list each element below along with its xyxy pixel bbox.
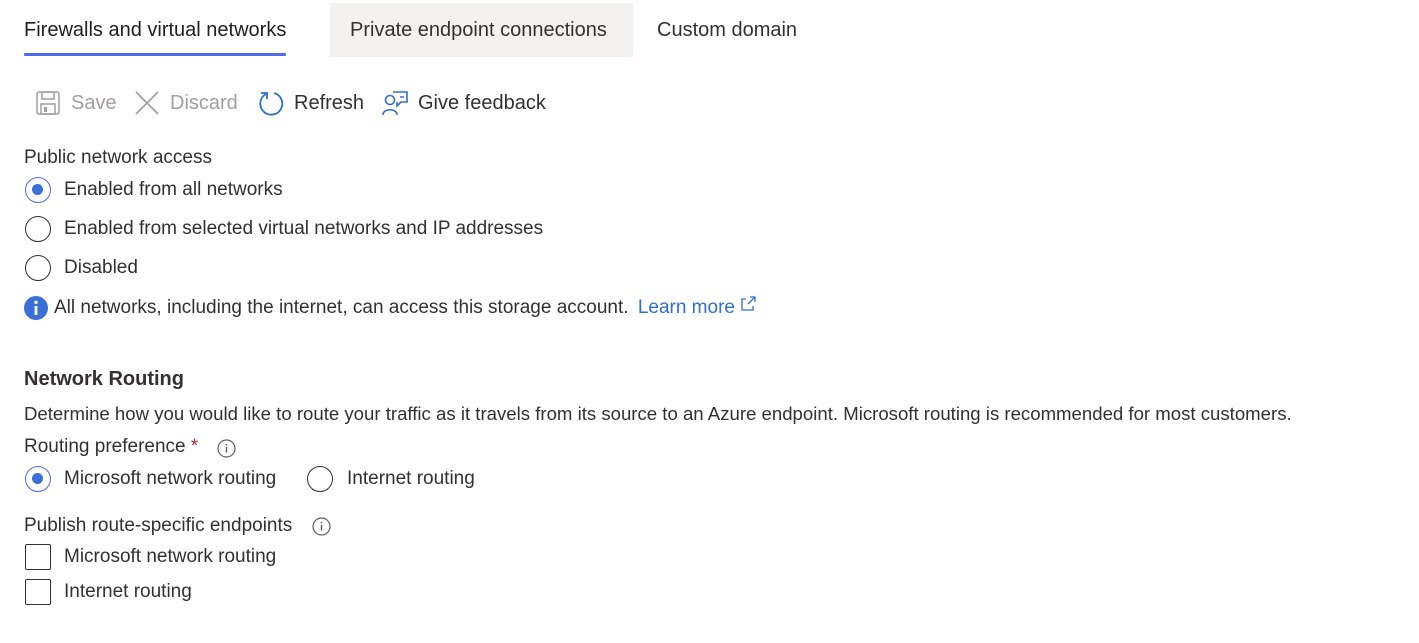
radio-enabled-selected[interactable] bbox=[25, 216, 51, 242]
network-routing-description: Determine how you would like to route yo… bbox=[24, 403, 1292, 424]
radio-microsoft-routing[interactable] bbox=[25, 466, 51, 492]
routing-preference-info-icon[interactable] bbox=[217, 439, 236, 458]
checkbox-microsoft-routing-label[interactable]: Microsoft network routing bbox=[64, 546, 276, 568]
save-icon bbox=[34, 89, 62, 117]
refresh-icon bbox=[257, 89, 285, 117]
public-access-label: Public network access bbox=[24, 147, 212, 168]
tab-firewalls[interactable]: Firewalls and virtual networks bbox=[24, 3, 287, 57]
tab-private-endpoints[interactable]: Private endpoint connections bbox=[330, 3, 633, 57]
radio-disabled-label[interactable]: Disabled bbox=[64, 257, 138, 279]
close-icon bbox=[133, 89, 161, 117]
radio-enabled-all[interactable] bbox=[25, 177, 51, 203]
info-text: All networks, including the internet, ca… bbox=[54, 297, 629, 318]
radio-enabled-all-label[interactable]: Enabled from all networks bbox=[64, 179, 283, 201]
give-feedback-button[interactable]: Give feedback bbox=[381, 86, 546, 120]
radio-disabled[interactable] bbox=[25, 255, 51, 281]
checkbox-internet-routing[interactable] bbox=[25, 579, 51, 605]
tab-label: Custom domain bbox=[657, 18, 798, 41]
required-marker: * bbox=[190, 436, 199, 457]
external-link-icon bbox=[740, 296, 756, 318]
info-icon bbox=[24, 296, 48, 320]
checkbox-internet-routing-label[interactable]: Internet routing bbox=[64, 581, 192, 603]
radio-enabled-selected-label[interactable]: Enabled from selected virtual networks a… bbox=[64, 218, 543, 240]
feedback-icon bbox=[381, 89, 409, 117]
save-button[interactable]: Save bbox=[34, 86, 117, 120]
learn-more-label: Learn more bbox=[637, 297, 735, 318]
tab-custom-domain[interactable]: Custom domain bbox=[657, 3, 797, 57]
checkbox-microsoft-routing[interactable] bbox=[25, 544, 51, 570]
routing-preference-text: Routing preference bbox=[24, 436, 186, 457]
refresh-label: Refresh bbox=[294, 91, 365, 114]
radio-internet-routing[interactable] bbox=[307, 466, 333, 492]
refresh-button[interactable]: Refresh bbox=[257, 86, 364, 120]
network-routing-heading: Network Routing bbox=[24, 368, 184, 390]
discard-label: Discard bbox=[170, 91, 238, 114]
info-message: All networks, including the internet, ca… bbox=[54, 296, 756, 319]
tab-label: Firewalls and virtual networks bbox=[24, 18, 287, 41]
discard-button[interactable]: Discard bbox=[133, 86, 238, 120]
radio-internet-routing-label[interactable]: Internet routing bbox=[347, 468, 475, 490]
publish-endpoints-info-icon[interactable] bbox=[312, 517, 331, 536]
learn-more-link[interactable]: Learn more bbox=[637, 296, 756, 318]
save-label: Save bbox=[71, 91, 117, 114]
routing-preference-label: Routing preference * bbox=[24, 436, 198, 458]
publish-endpoints-label: Publish route-specific endpoints bbox=[24, 515, 293, 536]
feedback-label: Give feedback bbox=[418, 91, 546, 114]
tab-label: Private endpoint connections bbox=[350, 18, 607, 41]
radio-microsoft-routing-label[interactable]: Microsoft network routing bbox=[64, 468, 276, 490]
